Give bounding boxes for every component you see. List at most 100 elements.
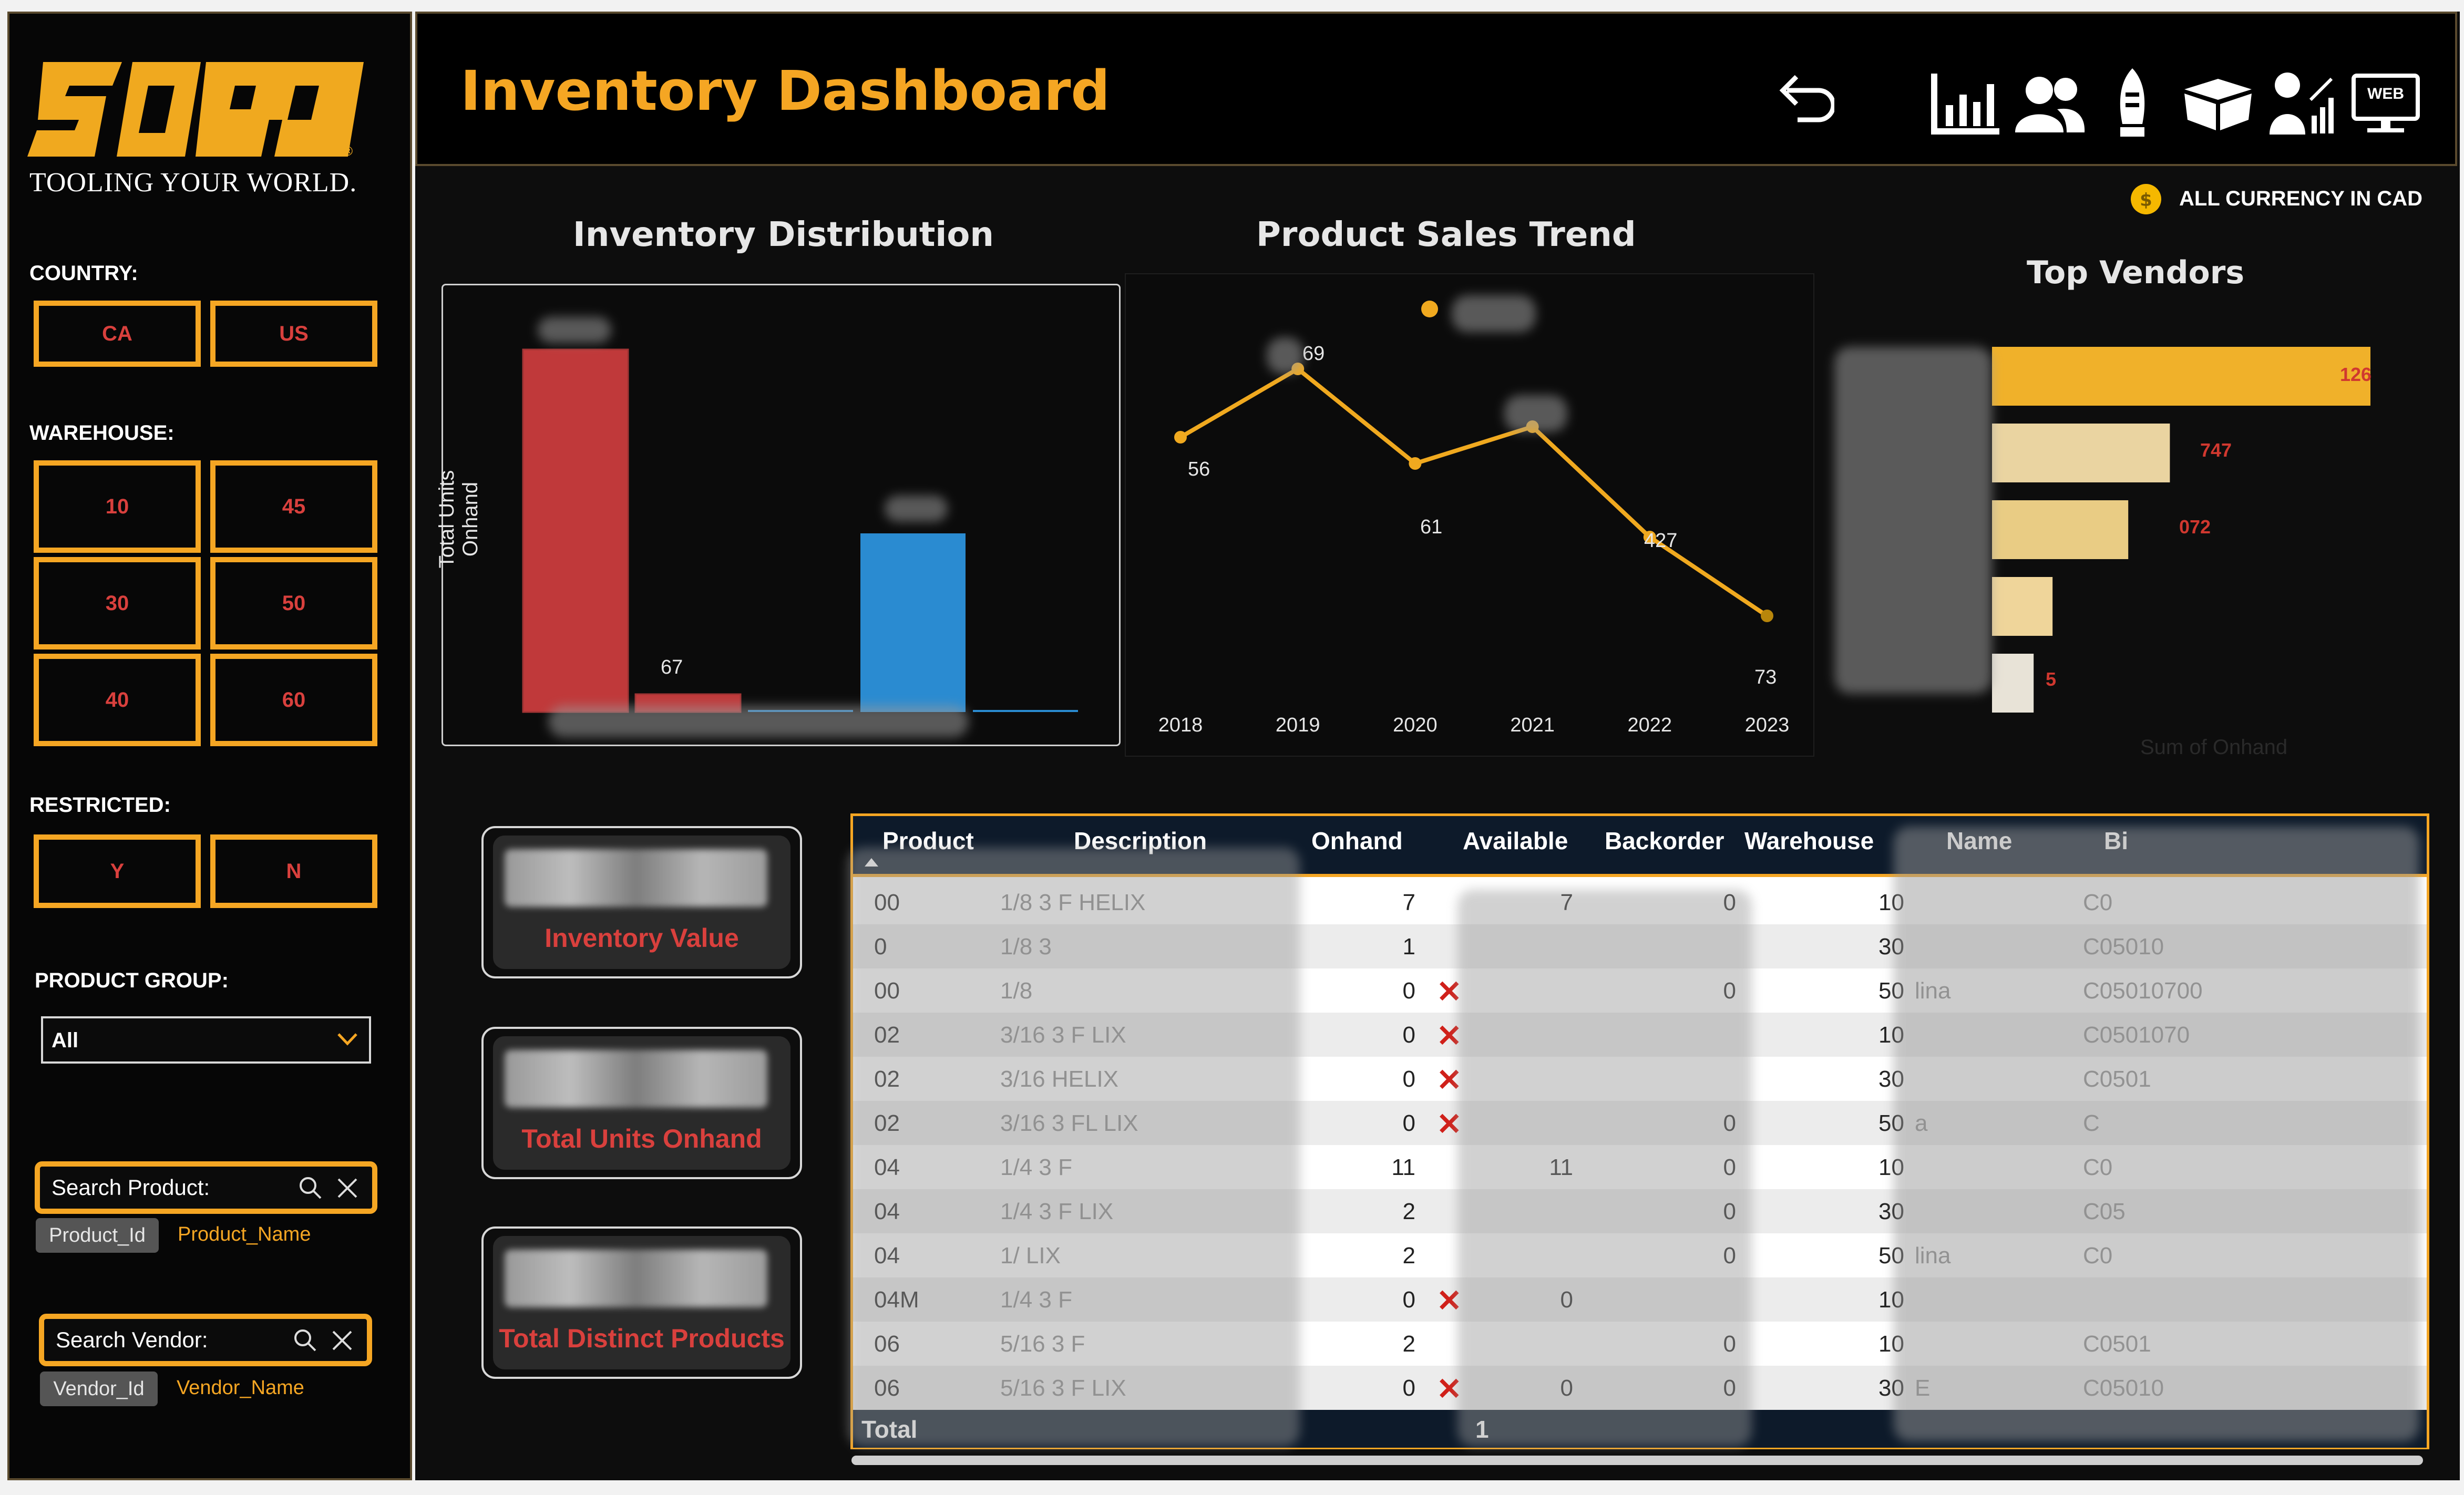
table-scrollbar[interactable]: [851, 1456, 2423, 1465]
dist-bar-1: [522, 348, 629, 713]
search-icon[interactable]: [292, 1327, 319, 1359]
table-cell: 10: [1878, 1331, 1904, 1357]
chip-vendor-name[interactable]: Vendor_Name: [177, 1377, 304, 1399]
x-tick-label: 2020: [1393, 714, 1438, 736]
redacted-value: [505, 1250, 767, 1307]
vendor-bar: [1992, 500, 2129, 559]
page-title: Inventory Dashboard: [460, 59, 1110, 123]
legend-dot: [1421, 301, 1438, 317]
vendor-label-2: 747: [2200, 439, 2232, 461]
table-cell: 10: [1878, 1287, 1904, 1313]
close-icon[interactable]: [334, 1175, 361, 1207]
box-icon[interactable]: [2181, 74, 2255, 133]
redacted-label: [538, 317, 611, 343]
vendor-bar: [1992, 654, 2034, 713]
search-product-input[interactable]: Search Product:: [35, 1161, 377, 1214]
registered-mark: ®: [342, 144, 354, 159]
redacted-label: [1452, 295, 1536, 332]
warehouse-label: WAREHOUSE:: [29, 421, 174, 445]
presenter-icon[interactable]: [2268, 68, 2337, 139]
coin-icon: $: [2130, 183, 2162, 218]
kpi-inventory-value: Inventory Value: [481, 826, 802, 978]
kpi-total-units-onhand: Total Units Onhand: [481, 1027, 802, 1179]
product-group-value: All: [52, 1029, 79, 1052]
country-label: COUNTRY:: [29, 262, 138, 285]
chip-product-id[interactable]: Product_Id: [36, 1218, 159, 1253]
top-vendors-chart: 126 747 072 5 Sum of Onhand: [1819, 305, 2439, 778]
x-tick-label: 2021: [1510, 714, 1555, 736]
trend-label-73: 73: [1754, 666, 1777, 688]
redacted-value: [505, 1050, 767, 1108]
kpi-label: Total Units Onhand: [521, 1124, 762, 1153]
trend-point: [1761, 610, 1773, 622]
svg-text:$: $: [2140, 190, 2152, 211]
x-tick-label: 2018: [1158, 714, 1203, 736]
web-label: WEB: [2367, 85, 2404, 102]
table-cell: 30: [1878, 1375, 1904, 1401]
trend-point: [1409, 457, 1422, 470]
col-header-available[interactable]: Available: [1463, 827, 1568, 879]
table-cell: 30: [1878, 1066, 1904, 1092]
warehouse-option-40[interactable]: 40: [34, 654, 201, 746]
table-cell: 30: [1878, 934, 1904, 960]
search-icon[interactable]: [297, 1175, 324, 1207]
bar-chart-icon[interactable]: [1929, 68, 2003, 139]
col-header-backorder[interactable]: Backorder: [1605, 827, 1724, 879]
chip-product-name[interactable]: Product_Name: [178, 1223, 311, 1246]
warehouse-option-50[interactable]: 50: [210, 557, 377, 649]
search-product-placeholder: Search Product:: [52, 1175, 210, 1200]
close-icon[interactable]: [329, 1327, 355, 1359]
restricted-label: RESTRICTED:: [29, 793, 171, 817]
kpi-label: Total Distinct Products: [499, 1324, 785, 1353]
redacted-label: [885, 496, 948, 522]
warehouse-option-30[interactable]: 30: [34, 557, 201, 649]
vendor-bar: [1992, 424, 2170, 482]
rocket-icon[interactable]: [2109, 66, 2156, 142]
col-header-warehouse[interactable]: Warehouse: [1744, 827, 1874, 879]
country-option-us[interactable]: US: [210, 301, 377, 367]
redacted-cells: [1457, 890, 1752, 1447]
restricted-option-y[interactable]: Y: [34, 834, 201, 908]
web-icon[interactable]: WEB: [2352, 74, 2420, 139]
inventory-distribution-chart: Total Units Onhand 67: [435, 284, 1121, 746]
chip-vendor-id[interactable]: Vendor_Id: [40, 1372, 158, 1406]
table-cell: 10: [1878, 1022, 1904, 1048]
trend-label-61: 61: [1420, 516, 1443, 538]
table-cell: 50: [1878, 1243, 1904, 1269]
restricted-option-n[interactable]: N: [210, 834, 377, 908]
undo-icon[interactable]: [1771, 69, 1836, 135]
trend-label-56: 56: [1188, 458, 1210, 480]
top-vendors-title: Top Vendors: [2027, 254, 2245, 291]
inventory-distribution-title: Inventory Distribution: [573, 215, 994, 254]
vendor-label-3: 072: [2179, 516, 2211, 538]
search-vendor-input[interactable]: Search Vendor:: [39, 1314, 372, 1366]
table-cell: 50: [1878, 1110, 1904, 1136]
table-cell: 50: [1878, 978, 1904, 1004]
product-sales-trend-title: Product Sales Trend: [1256, 215, 1636, 254]
vendor-bar: [1992, 577, 2053, 636]
vendor-label-1: 126: [2340, 364, 2372, 385]
brand-tagline: TOOLING YOUR WORLD.: [29, 168, 357, 198]
product-group-dropdown[interactable]: All: [41, 1016, 371, 1064]
country-option-ca[interactable]: CA: [34, 301, 201, 367]
search-vendor-placeholder: Search Vendor:: [56, 1327, 208, 1352]
col-header-onhand[interactable]: Onhand: [1311, 827, 1403, 879]
table-cell: 10: [1878, 1154, 1904, 1180]
table-cell: 10: [1878, 890, 1904, 915]
warehouse-option-10[interactable]: 10: [34, 460, 201, 553]
sowa-logo: [27, 57, 376, 162]
kpi-label: Inventory Value: [545, 923, 739, 953]
x-axis-label: Sum of Onhand: [2140, 736, 2288, 759]
vendor-bar: [1992, 347, 2370, 406]
warehouse-option-60[interactable]: 60: [210, 654, 377, 746]
currency-note: ALL CURRENCY IN CAD: [2179, 187, 2422, 210]
warehouse-option-45[interactable]: 45: [210, 460, 377, 553]
x-tick-label: 2023: [1745, 714, 1790, 736]
users-icon[interactable]: [2013, 71, 2087, 137]
trend-line: [1179, 366, 1769, 618]
dist-bar-6: [973, 710, 1078, 712]
product-sales-trend-chart: 2018 2019 2020 2021 2022 2023 69 56 61 427 73: [1125, 273, 1814, 757]
x-tick-label: 2019: [1276, 714, 1320, 736]
kpi-total-distinct-products: Total Distinct Products: [481, 1226, 802, 1379]
trend-point: [1174, 431, 1187, 444]
